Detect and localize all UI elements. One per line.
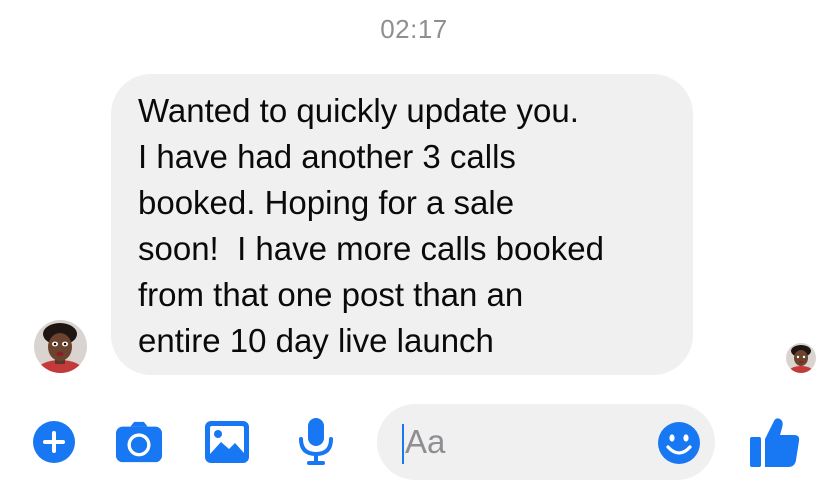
message-line: I have had another 3 calls [138, 138, 516, 175]
image-icon[interactable] [203, 418, 251, 466]
message-input-placeholder: Aa [405, 423, 446, 460]
read-receipt-avatar [786, 343, 816, 373]
timestamp: 02:17 [380, 14, 448, 44]
message-line: soon! I have more calls booked [138, 230, 604, 267]
message-bubble[interactable]: Wanted to quickly update you. I have had… [111, 74, 693, 375]
camera-icon[interactable] [115, 418, 163, 466]
microphone-icon[interactable] [292, 418, 340, 466]
message-line: Wanted to quickly update you. [138, 92, 579, 129]
message-input[interactable]: Aa [377, 404, 715, 480]
plus-icon[interactable] [30, 418, 78, 466]
message-line: booked. Hoping for a sale [138, 184, 515, 221]
thumbs-up-icon[interactable] [748, 414, 802, 470]
text-caret [402, 424, 404, 464]
message-line: entire 10 day live launch [138, 322, 494, 359]
composer-bar: Aa [0, 404, 828, 480]
emoji-icon[interactable] [657, 421, 701, 465]
sender-avatar[interactable] [34, 320, 87, 373]
message-line: from that one post than an [138, 276, 524, 313]
